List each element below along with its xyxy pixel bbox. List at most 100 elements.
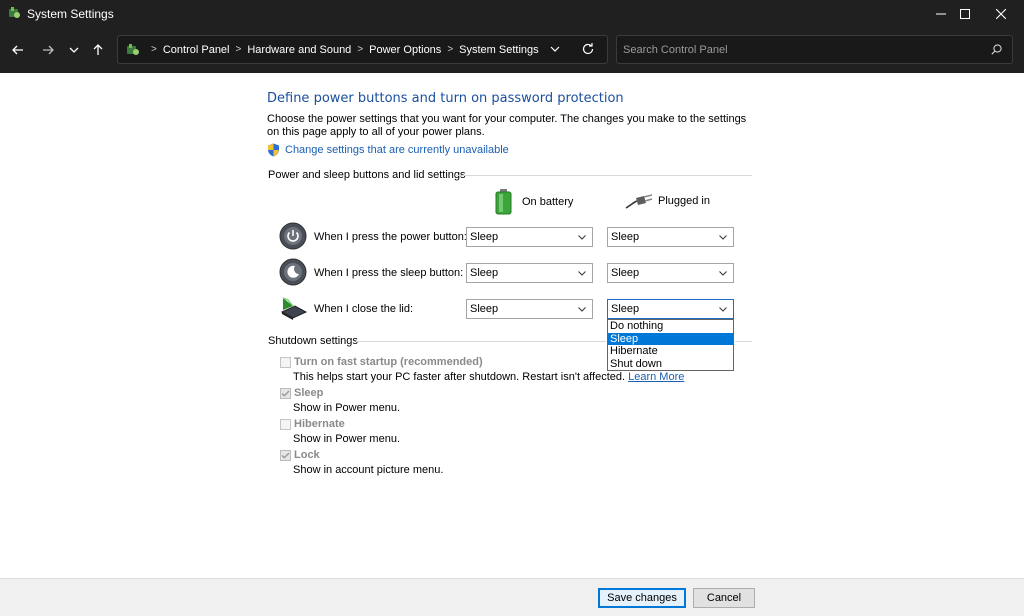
close-lid-battery-value: Sleep [470,303,499,315]
breadcrumb-control-panel[interactable]: Control Panel [163,44,230,56]
section-divider [735,341,752,342]
dropdown-option-sleep[interactable]: Sleep [608,332,733,345]
sleep-button-plugged-value: Sleep [611,267,640,279]
change-settings-label: Change settings that are currently unava… [285,144,509,156]
window-title: System Settings [27,7,114,21]
sleep-button-label: When I press the sleep button: [314,267,464,279]
dropdown-option-do-nothing[interactable]: Do nothing [608,320,733,333]
fast-startup-checkbox[interactable]: Turn on fast startup (recommended) [280,356,483,368]
arrow-left-icon [12,45,23,55]
power-button-plugged-select[interactable]: Sleep [607,227,734,247]
sleep-title: Sleep [294,387,324,399]
recent-locations-button[interactable] [63,39,85,61]
dropdown-option-hibernate[interactable]: Hibernate [608,345,733,358]
footer-bar: Save changes Cancel [0,578,1024,616]
title-bar: System Settings [0,0,1024,27]
breadcrumb-power-options[interactable]: Power Options [369,44,441,56]
page-title: Define power buttons and turn on passwor… [267,91,624,106]
learn-more-link[interactable]: Learn More [628,371,684,383]
sleep-button-plugged-select[interactable]: Sleep [607,263,734,283]
lock-checkbox[interactable]: Lock [280,449,320,461]
address-history-chevron-icon[interactable] [550,43,560,55]
chevron-down-icon [69,47,79,53]
shutdown-section-label: Shutdown settings [268,335,358,347]
power-button-label: When I press the power button: [314,231,467,243]
arrow-right-icon [43,45,54,55]
search-box[interactable] [616,35,1013,64]
lock-desc: Show in account picture menu. [293,464,444,476]
chevron-down-icon [578,271,586,276]
hibernate-checkbox[interactable]: Hibernate [280,418,345,430]
sleep-button-battery-value: Sleep [470,267,499,279]
arrow-up-icon [93,44,103,55]
sleep-desc: Show in Power menu. [293,402,400,414]
control-panel-icon [127,44,139,55]
power-button-icon [279,222,307,250]
plugged-in-header: Plugged in [625,193,710,209]
lock-title: Lock [294,449,320,461]
search-input[interactable] [623,36,973,63]
forward-button[interactable] [37,39,59,61]
close-lid-plugged-dropdown-list: Do nothing Sleep Hibernate Shut down [607,319,734,371]
section-divider [455,175,752,176]
chevron-down-icon [578,307,586,312]
navigation-bar: > Control Panel > Hardware and Sound > P… [0,27,1024,73]
on-battery-label: On battery [522,196,574,208]
address-bar[interactable]: > Control Panel > Hardware and Sound > P… [117,35,608,64]
close-icon [996,8,1006,19]
breadcrumb-separator-icon: > [357,44,364,55]
hibernate-desc: Show in Power menu. [293,433,400,445]
save-changes-button[interactable]: Save changes [598,588,686,608]
maximize-icon [960,8,970,19]
checkmark-icon [281,452,290,459]
power-plug-icon [625,194,653,209]
close-button[interactable] [978,0,1024,27]
sleep-checkbox[interactable]: Sleep [280,387,323,399]
close-lid-battery-select[interactable]: Sleep [466,299,593,319]
fast-startup-title: Turn on fast startup (recommended) [294,356,483,368]
search-icon[interactable] [991,44,1002,55]
buttons-section-label: Power and sleep buttons and lid settings [268,169,466,181]
plugged-in-label: Plugged in [658,195,710,207]
content-pane: Define power buttons and turn on passwor… [0,73,1024,578]
back-button[interactable] [7,39,29,61]
checkbox-box[interactable] [280,449,291,461]
power-button-plugged-value: Sleep [611,231,640,243]
close-lid-label: When I close the lid: [314,303,414,315]
sleep-button-battery-select[interactable]: Sleep [466,263,593,283]
breadcrumb-separator-icon: > [447,44,454,55]
uac-shield-icon [268,143,279,157]
battery-icon [495,189,512,215]
power-button-battery-value: Sleep [470,231,499,243]
checkbox-box[interactable] [280,356,291,368]
hibernate-title: Hibernate [294,418,345,430]
breadcrumb: > Control Panel > Hardware and Sound > P… [145,36,539,63]
close-lid-plugged-select[interactable]: Sleep [607,299,734,319]
refresh-icon[interactable] [581,42,595,56]
checkmark-icon [281,390,290,397]
checkbox-box[interactable] [280,387,291,399]
on-battery-header: On battery [495,189,573,215]
dropdown-option-shut-down[interactable]: Shut down [608,358,733,371]
fast-startup-desc: This helps start your PC faster after sh… [293,371,684,383]
breadcrumb-system-settings[interactable]: System Settings [459,44,538,56]
cancel-button[interactable]: Cancel [693,588,755,608]
breadcrumb-hardware-and-sound[interactable]: Hardware and Sound [247,44,351,56]
sleep-button-icon [279,258,307,286]
breadcrumb-separator-icon: > [151,44,157,55]
section-divider [356,341,606,342]
chevron-down-icon [719,235,727,240]
checkbox-box[interactable] [280,418,291,430]
page-intro: Choose the power settings that you want … [267,113,747,138]
change-settings-link[interactable]: Change settings that are currently unava… [267,143,509,157]
up-button[interactable] [87,39,109,61]
breadcrumb-separator-icon: > [235,44,242,55]
chevron-down-icon [719,271,727,276]
close-lid-plugged-value: Sleep [611,303,640,315]
power-button-battery-select[interactable]: Sleep [466,227,593,247]
laptop-lid-icon [280,297,307,320]
chevron-down-icon [578,235,586,240]
chevron-down-icon [719,307,727,312]
fast-startup-desc-text: This helps start your PC faster after sh… [293,371,626,383]
power-options-app-icon [9,7,20,18]
